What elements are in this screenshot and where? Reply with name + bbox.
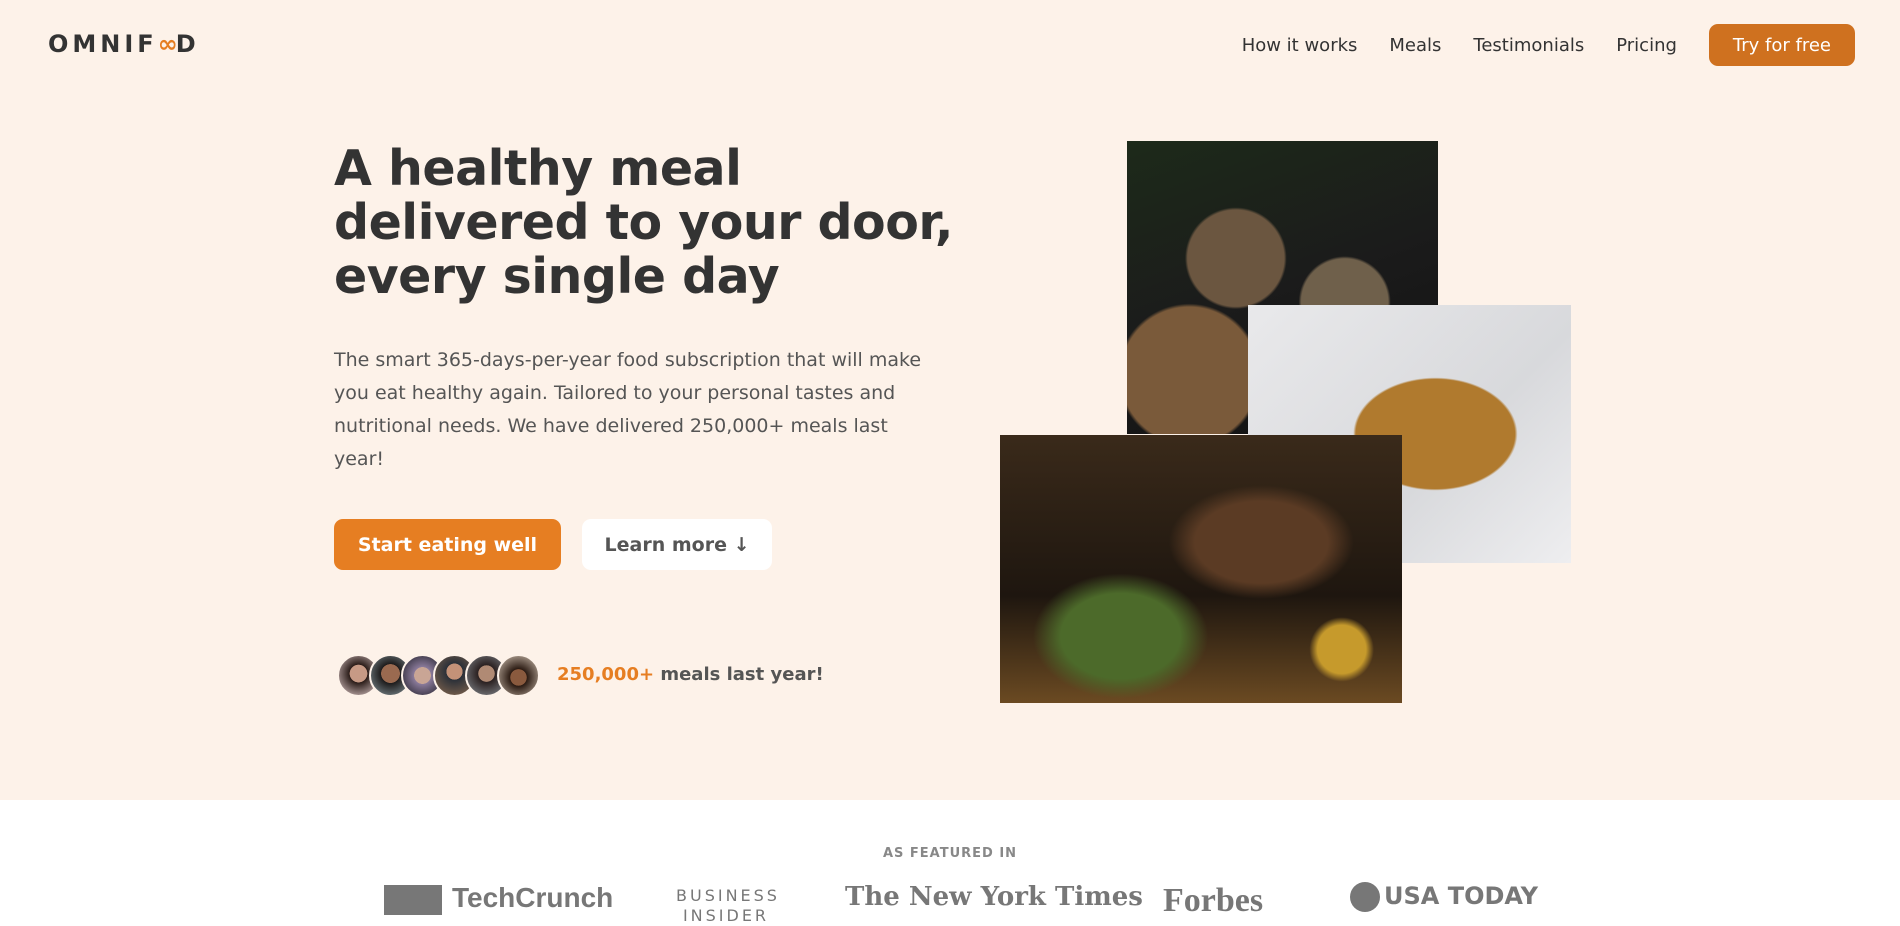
nav-testimonials[interactable]: Testimonials — [1473, 35, 1584, 56]
hero-image-woman-eating — [1000, 435, 1402, 703]
start-eating-well-button[interactable]: Start eating well — [334, 519, 561, 570]
try-for-free-button[interactable]: Try for free — [1708, 24, 1855, 66]
main-nav: How it works Meals Testimonials Pricing … — [1242, 24, 1855, 66]
usa-today-logo: USA TODAY — [1350, 882, 1538, 912]
hero-section: OMNIF ∞ D How it works Meals Testimonials … — [0, 0, 1900, 800]
business-insider-logo: BUSINESS INSIDER — [676, 886, 780, 925]
customer-avatars — [337, 654, 540, 697]
nyt-logo: The New York Times — [845, 882, 1143, 912]
meals-count: 250,000+ — [557, 664, 655, 685]
omnifood-logo[interactable]: OMNIF ∞ D — [48, 30, 200, 58]
featured-logos: TechCrunch BUSINESS INSIDER The New York… — [0, 882, 1900, 925]
nav-meals[interactable]: Meals — [1389, 35, 1441, 56]
hero-title: A healthy meal delivered to your door, e… — [334, 140, 953, 305]
meals-delivered-text: 250,000+ meals last year! — [557, 664, 824, 685]
infinity-icon: ∞ — [157, 30, 178, 58]
featured-label: AS FEATURED IN — [882, 846, 1018, 861]
forbes-logo: Forbes — [1163, 882, 1264, 919]
learn-more-button[interactable]: Learn more ↓ — [582, 519, 772, 570]
nav-how-it-works[interactable]: How it works — [1242, 35, 1358, 56]
meals-label: meals last year! — [654, 664, 824, 685]
avatar — [497, 654, 540, 697]
hero-description: The smart 365-days-per-year food subscri… — [334, 349, 922, 470]
nav-pricing[interactable]: Pricing — [1616, 35, 1677, 56]
